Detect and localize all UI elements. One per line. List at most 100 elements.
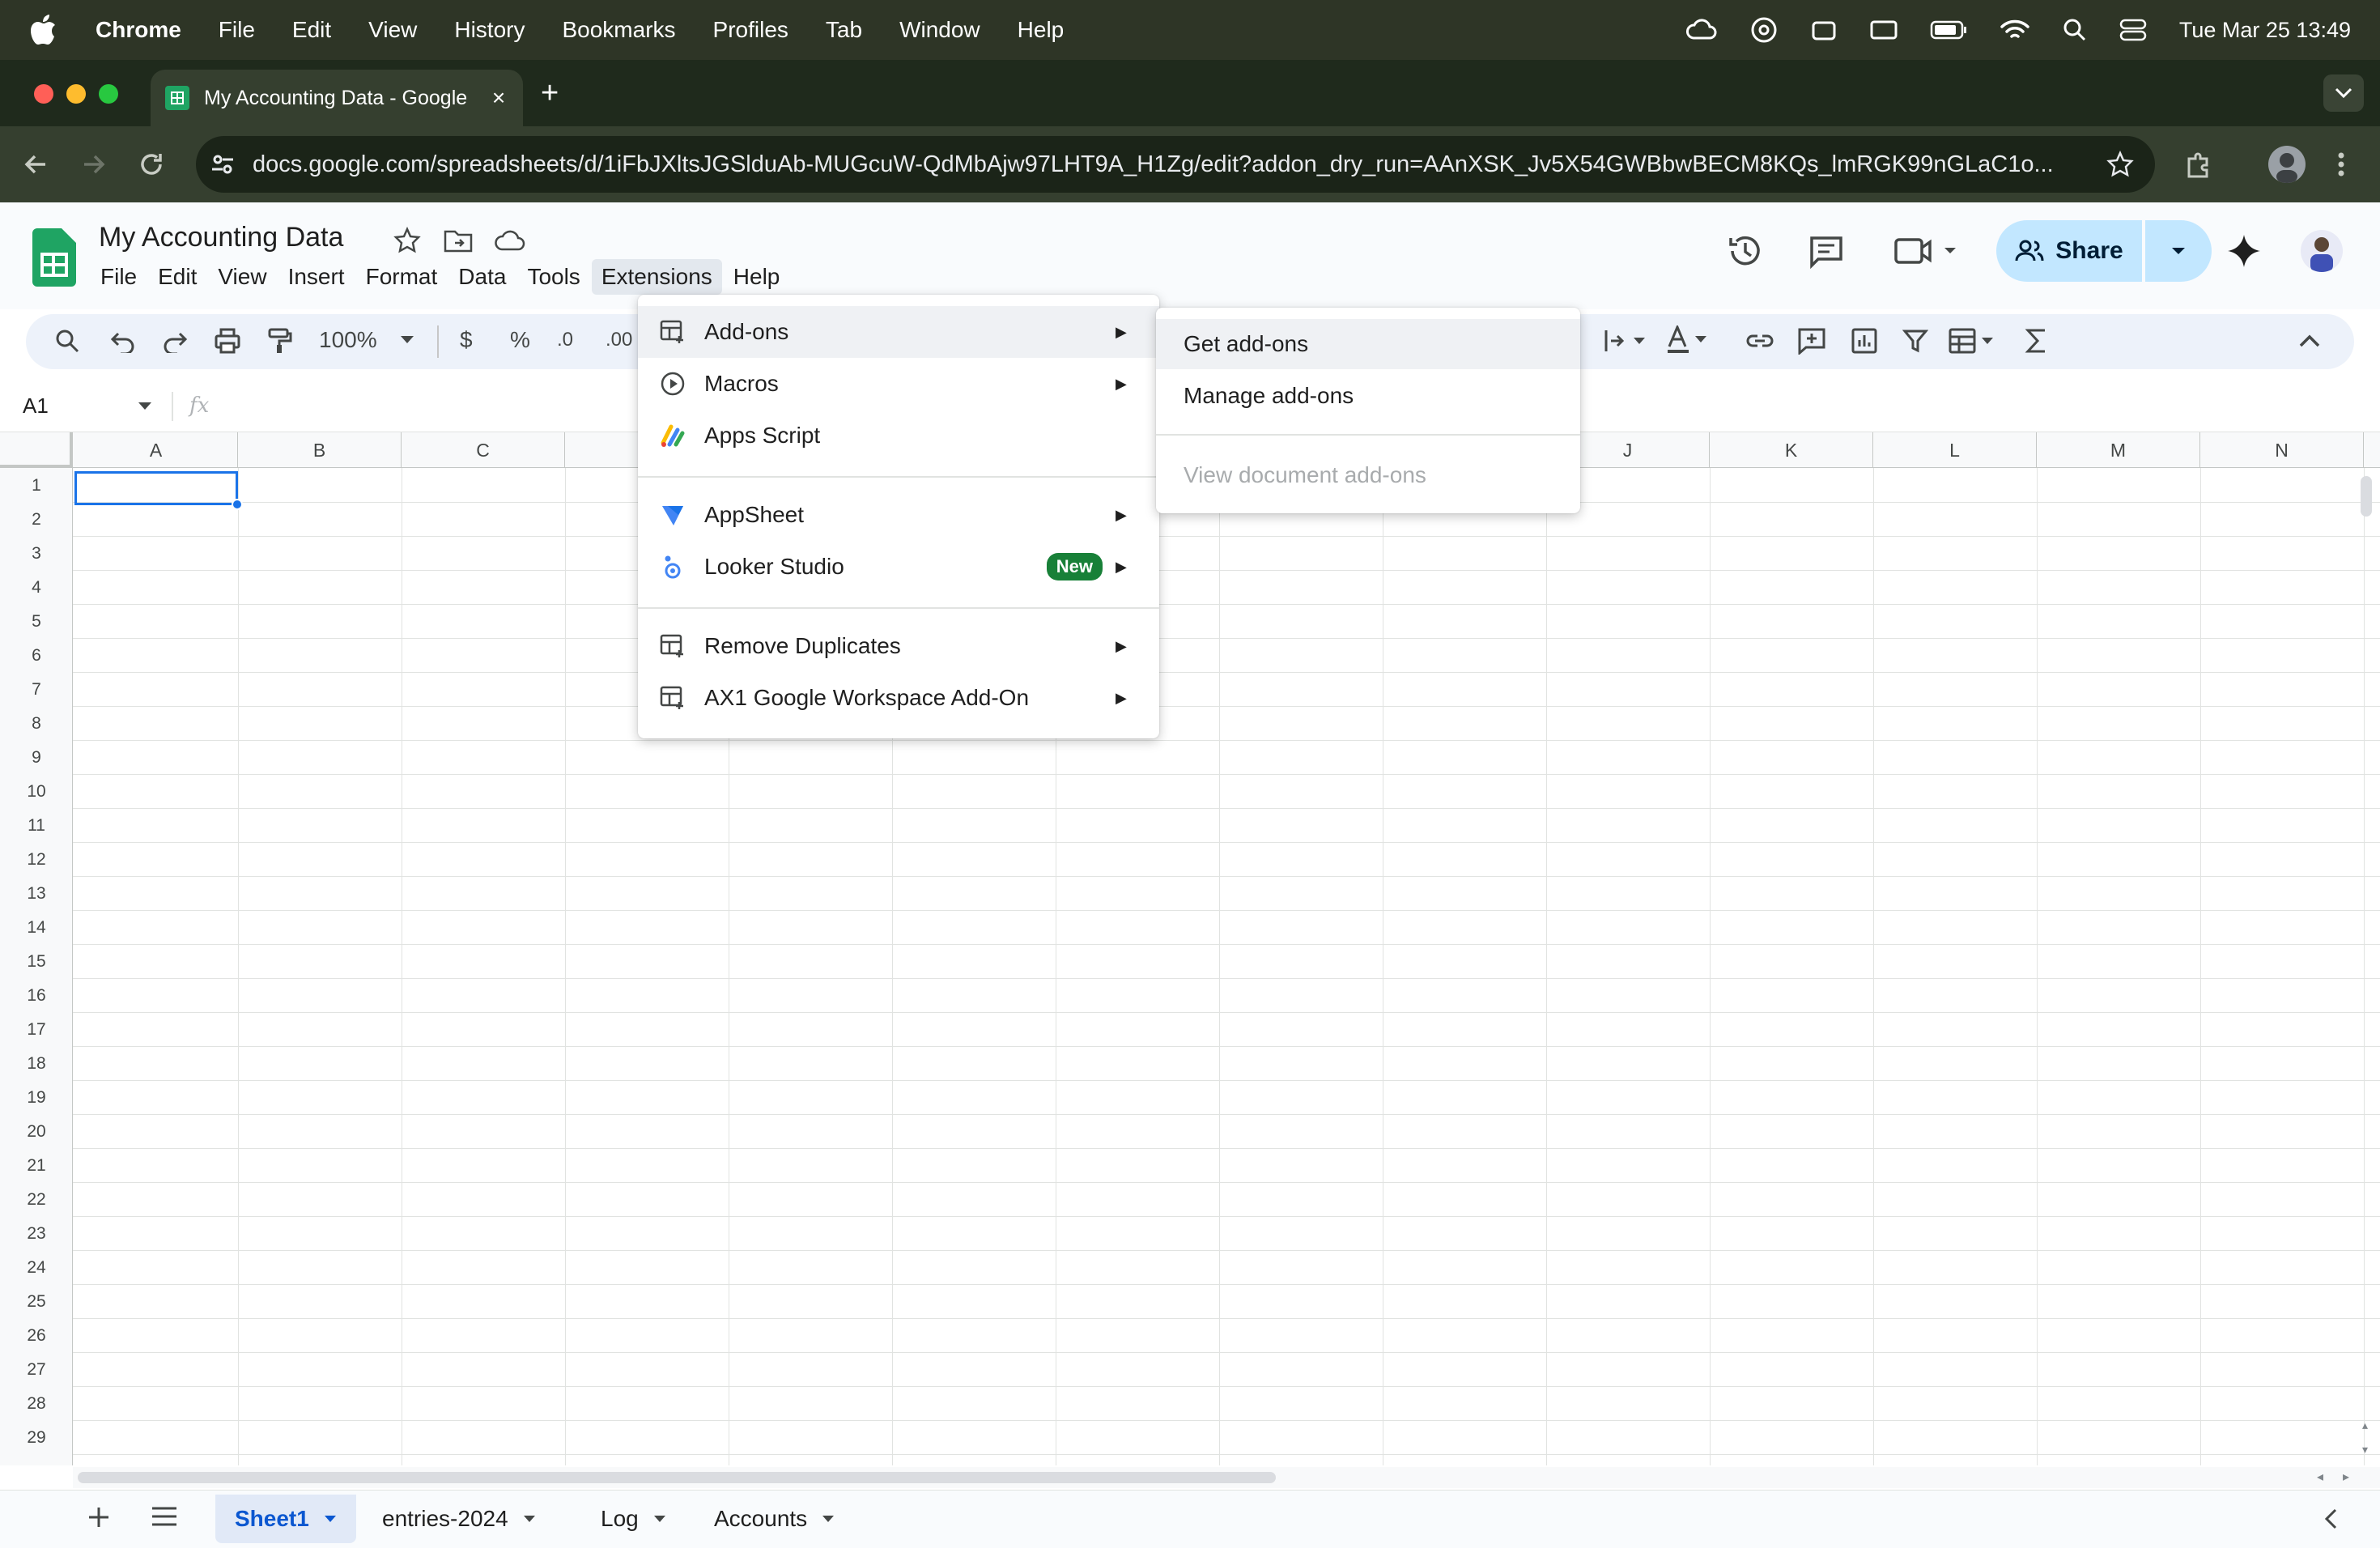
row-header-8[interactable]: 8	[0, 714, 73, 734]
column-header-a[interactable]: A	[74, 432, 238, 468]
forward-icon[interactable]	[78, 149, 108, 180]
text-rotation-icon[interactable]	[1603, 329, 1648, 353]
column-header-b[interactable]: B	[238, 432, 402, 468]
name-box-caret-icon[interactable]	[138, 402, 152, 411]
column-header-l[interactable]: L	[1873, 432, 2037, 468]
back-icon[interactable]	[21, 149, 52, 180]
row-header-7[interactable]: 7	[0, 680, 73, 700]
redo-icon[interactable]	[162, 329, 188, 353]
menubar-window[interactable]: Window	[899, 17, 980, 43]
sheet-tab-log[interactable]: Log	[581, 1495, 686, 1543]
scroll-down-icon[interactable]: ▾	[2362, 1443, 2368, 1457]
gemini-spark-icon[interactable]	[2226, 233, 2262, 269]
window-close-button[interactable]	[34, 84, 53, 104]
chrome-menu-icon[interactable]	[2336, 149, 2346, 180]
docs-menu-extensions[interactable]: Extensions	[591, 259, 722, 295]
all-sheets-menu-icon[interactable]	[151, 1506, 178, 1527]
menubar-datetime[interactable]: Tue Mar 25 13:49	[2179, 18, 2351, 43]
row-header-2[interactable]: 2	[0, 510, 73, 529]
menu-item-appsheet[interactable]: AppSheet ▶	[638, 489, 1159, 541]
collapse-toolbar-icon[interactable]	[2299, 334, 2320, 348]
format-percent-button[interactable]: %	[510, 327, 530, 353]
share-dropdown-button[interactable]	[2145, 220, 2212, 282]
explore-collapse-icon[interactable]	[2323, 1508, 2338, 1530]
submenu-manage-add-ons[interactable]: Manage add-ons	[1156, 371, 1580, 421]
paint-format-icon[interactable]	[266, 327, 293, 355]
browser-tab[interactable]: My Accounting Data - Google ×	[151, 70, 523, 126]
selected-cell-a1[interactable]	[74, 471, 238, 505]
menubar-edit[interactable]: Edit	[292, 17, 331, 43]
scroll-left-icon[interactable]: ◂	[2317, 1469, 2323, 1485]
row-header-18[interactable]: 18	[0, 1054, 73, 1074]
row-header-6[interactable]: 6	[0, 646, 73, 666]
table-view-icon[interactable]	[1948, 327, 1996, 355]
comments-icon[interactable]	[1808, 235, 1844, 269]
row-header-11[interactable]: 11	[0, 816, 73, 836]
vertical-scroll-thumb[interactable]	[2361, 476, 2372, 517]
docs-menu-view[interactable]: View	[208, 259, 276, 295]
menubar-view[interactable]: View	[368, 17, 417, 43]
scroll-right-icon[interactable]: ▸	[2343, 1469, 2349, 1485]
row-header-4[interactable]: 4	[0, 578, 73, 598]
spreadsheet-grid[interactable]: ABCDEFGHIJKLMN 1234567891011121314151617…	[0, 432, 2380, 1465]
share-button[interactable]: Share	[1996, 220, 2142, 282]
menu-item-looker-studio[interactable]: Looker Studio New ▶	[638, 541, 1159, 593]
status-card-icon[interactable]	[1870, 19, 1898, 41]
menubar-history[interactable]: History	[454, 17, 525, 43]
docs-menu-insert[interactable]: Insert	[278, 259, 355, 295]
decrease-decimal-button[interactable]: .0	[557, 329, 573, 351]
column-header-c[interactable]: C	[402, 432, 565, 468]
row-header-5[interactable]: 5	[0, 612, 73, 632]
row-header-9[interactable]: 9	[0, 748, 73, 768]
docs-menu-data[interactable]: Data	[448, 259, 516, 295]
extensions-puzzle-icon[interactable]	[2182, 149, 2213, 180]
docs-menu-format[interactable]: Format	[356, 259, 448, 295]
control-center-icon[interactable]	[2119, 18, 2147, 42]
zoom-caret-icon[interactable]	[400, 335, 414, 345]
zoom-select[interactable]: 100%	[319, 327, 377, 353]
menubar-profiles[interactable]: Profiles	[713, 17, 788, 43]
sheet-tab-entries-2024[interactable]: entries-2024	[363, 1495, 555, 1543]
row-header-25[interactable]: 25	[0, 1292, 73, 1312]
version-history-icon[interactable]	[1728, 233, 1763, 269]
meet-camera-icon[interactable]	[1894, 236, 1967, 266]
status-extension-icon[interactable]	[1810, 16, 1838, 44]
status-cloud-icon[interactable]	[1685, 17, 1718, 43]
docs-menu-tools[interactable]: Tools	[517, 259, 589, 295]
insert-chart-icon[interactable]	[1851, 327, 1878, 355]
menubar-tab[interactable]: Tab	[826, 17, 862, 43]
sheets-logo-icon[interactable]	[32, 228, 76, 287]
row-header-23[interactable]: 23	[0, 1224, 73, 1244]
new-tab-button[interactable]: +	[541, 76, 559, 111]
apple-icon[interactable]	[31, 15, 68, 45]
move-folder-icon[interactable]	[444, 228, 473, 253]
row-header-3[interactable]: 3	[0, 544, 73, 563]
submenu-get-add-ons[interactable]: Get add-ons	[1156, 319, 1580, 369]
horizontal-scroll-thumb[interactable]	[78, 1472, 1276, 1483]
menubar-file[interactable]: File	[219, 17, 255, 43]
select-all-corner[interactable]	[0, 432, 73, 468]
tab-close-icon[interactable]: ×	[482, 85, 515, 111]
scroll-up-icon[interactable]: ▴	[2362, 1418, 2368, 1432]
functions-sigma-icon[interactable]	[2024, 327, 2048, 355]
row-header-21[interactable]: 21	[0, 1156, 73, 1176]
text-color-icon[interactable]	[1664, 325, 1710, 355]
menu-item-add-ons[interactable]: Add-ons ▶	[638, 306, 1159, 358]
row-header-22[interactable]: 22	[0, 1190, 73, 1210]
menubar-help[interactable]: Help	[1018, 17, 1065, 43]
name-box[interactable]: A1	[23, 393, 49, 419]
battery-icon[interactable]	[1930, 20, 1967, 40]
row-header-29[interactable]: 29	[0, 1428, 73, 1448]
menu-item-ax1-workspace-add-on[interactable]: AX1 Google Workspace Add-On ▶	[638, 672, 1159, 724]
account-avatar[interactable]	[2301, 230, 2343, 272]
docs-menu-edit[interactable]: Edit	[148, 259, 206, 295]
row-header-14[interactable]: 14	[0, 918, 73, 938]
add-sheet-icon[interactable]	[86, 1504, 112, 1530]
column-header-n[interactable]: N	[2200, 432, 2364, 468]
filter-icon[interactable]	[1902, 329, 1928, 353]
increase-decimal-button[interactable]: .00	[606, 329, 632, 351]
wifi-icon[interactable]	[2000, 18, 2030, 42]
print-icon[interactable]	[214, 327, 241, 355]
insert-link-icon[interactable]	[1745, 329, 1774, 353]
reload-icon[interactable]	[136, 149, 167, 180]
